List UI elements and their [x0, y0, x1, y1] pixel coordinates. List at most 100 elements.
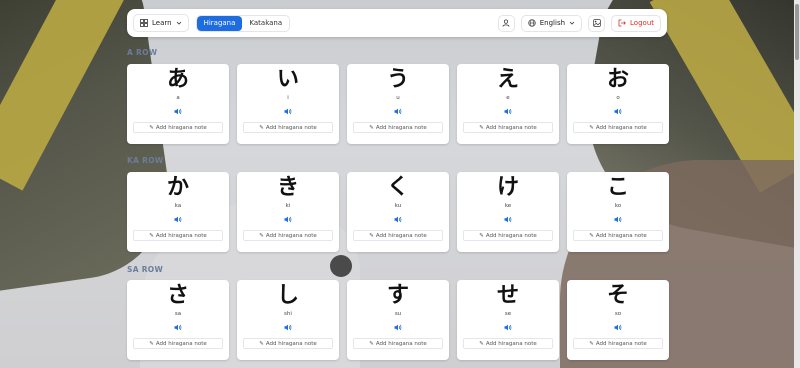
pencil-icon: ✎: [369, 340, 374, 347]
logout-button[interactable]: Logout: [611, 14, 661, 32]
tab-hiragana[interactable]: Hiragana: [196, 15, 243, 31]
speaker-icon: [174, 108, 182, 114]
speaker-icon: [504, 108, 512, 114]
add-note-button[interactable]: ✎ Add hiragana note: [243, 122, 333, 133]
romaji-label: i: [287, 95, 289, 101]
add-note-button[interactable]: ✎ Add hiragana note: [353, 122, 443, 133]
row-a-cards: あ a ✎ Add hiragana note い i ✎ Add hiragana…: [127, 64, 669, 144]
romaji-label: su: [394, 311, 402, 317]
play-audio-button[interactable]: [614, 107, 622, 115]
kana-character: き: [276, 175, 299, 200]
play-audio-button[interactable]: [284, 107, 292, 115]
kana-card: せ se ✎ Add hiragana note: [457, 280, 559, 360]
play-audio-button[interactable]: [284, 323, 292, 331]
play-audio-button[interactable]: [394, 107, 402, 115]
add-note-label: Add hiragana note: [375, 340, 427, 347]
add-note-button[interactable]: ✎ Add hiragana note: [463, 338, 553, 349]
row-title-sa: SA ROW: [127, 265, 164, 274]
add-note-label: Add hiragana note: [265, 124, 317, 131]
kana-character: え: [496, 67, 519, 92]
kana-character: あ: [166, 67, 189, 92]
tab-katakana[interactable]: Katakana: [242, 16, 289, 31]
add-note-button[interactable]: ✎ Add hiragana note: [463, 122, 553, 133]
romaji-label: shi: [284, 311, 292, 317]
pencil-icon: ✎: [479, 340, 484, 347]
kana-character: こ: [606, 175, 629, 200]
grid-icon: [140, 19, 148, 27]
romaji-label: e: [506, 95, 510, 101]
add-note-button[interactable]: ✎ Add hiragana note: [353, 230, 443, 241]
play-audio-button[interactable]: [504, 323, 512, 331]
row-sa-cards: さ sa ✎ Add hiragana note し shi ✎ Add hirag…: [127, 280, 669, 360]
image-icon: [592, 19, 601, 27]
add-note-button[interactable]: ✎ Add hiragana note: [243, 230, 333, 241]
add-note-label: Add hiragana note: [265, 232, 317, 239]
kana-card: え e ✎ Add hiragana note: [457, 64, 559, 144]
kana-card: け ke ✎ Add hiragana note: [457, 172, 559, 252]
language-selector[interactable]: English: [520, 14, 583, 32]
play-audio-button[interactable]: [174, 215, 182, 223]
image-background-button[interactable]: [588, 14, 606, 32]
script-toggle: Hiragana Katakana: [195, 14, 291, 32]
add-note-button[interactable]: ✎ Add hiragana note: [573, 122, 663, 133]
add-note-button[interactable]: ✎ Add hiragana note: [133, 230, 223, 241]
globe-icon: [528, 19, 536, 27]
add-note-button[interactable]: ✎ Add hiragana note: [243, 338, 333, 349]
play-audio-button[interactable]: [284, 215, 292, 223]
kana-character: し: [276, 283, 299, 308]
play-audio-button[interactable]: [394, 323, 402, 331]
profile-button[interactable]: [497, 14, 515, 32]
kana-character: お: [606, 67, 629, 92]
romaji-label: so: [614, 311, 622, 317]
romaji-label: sa: [174, 311, 182, 317]
row-title-a: A ROW: [127, 48, 158, 57]
speaker-icon: [174, 216, 182, 222]
row-title-ka: KA ROW: [127, 156, 164, 165]
play-audio-button[interactable]: [394, 215, 402, 223]
play-audio-button[interactable]: [504, 107, 512, 115]
speaker-icon: [174, 324, 182, 330]
add-note-label: Add hiragana note: [155, 124, 207, 131]
add-note-button[interactable]: ✎ Add hiragana note: [133, 122, 223, 133]
pencil-icon: ✎: [149, 340, 154, 347]
language-label: English: [539, 19, 566, 27]
speaker-icon: [504, 324, 512, 330]
add-note-label: Add hiragana note: [375, 124, 427, 131]
add-note-button[interactable]: ✎ Add hiragana note: [573, 338, 663, 349]
add-note-label: Add hiragana note: [485, 340, 537, 347]
play-audio-button[interactable]: [614, 215, 622, 223]
add-note-button[interactable]: ✎ Add hiragana note: [573, 230, 663, 241]
add-note-button[interactable]: ✎ Add hiragana note: [133, 338, 223, 349]
play-audio-button[interactable]: [504, 215, 512, 223]
speaker-icon: [614, 216, 622, 222]
kana-card: こ ko ✎ Add hiragana note: [567, 172, 669, 252]
kana-card: く ku ✎ Add hiragana note: [347, 172, 449, 252]
add-note-button[interactable]: ✎ Add hiragana note: [353, 338, 443, 349]
play-audio-button[interactable]: [174, 107, 182, 115]
pencil-icon: ✎: [369, 124, 374, 131]
speaker-icon: [614, 108, 622, 114]
add-note-label: Add hiragana note: [595, 232, 647, 239]
kana-character: か: [166, 175, 189, 200]
kana-character: す: [386, 283, 409, 308]
kana-card: う u ✎ Add hiragana note: [347, 64, 449, 144]
row-ka-cards: か ka ✎ Add hiragana note き ki ✎ Add hiraga…: [127, 172, 669, 252]
speaker-icon: [394, 108, 402, 114]
pencil-icon: ✎: [259, 340, 264, 347]
kana-card: し shi ✎ Add hiragana note: [237, 280, 339, 360]
learn-menu-button[interactable]: Learn: [133, 14, 189, 32]
pencil-icon: ✎: [369, 232, 374, 239]
speaker-icon: [284, 324, 292, 330]
add-note-label: Add hiragana note: [595, 124, 647, 131]
kana-card: さ sa ✎ Add hiragana note: [127, 280, 229, 360]
speaker-icon: [394, 216, 402, 222]
add-note-button[interactable]: ✎ Add hiragana note: [463, 230, 553, 241]
user-icon: [502, 19, 510, 27]
speaker-icon: [504, 216, 512, 222]
play-audio-button[interactable]: [174, 323, 182, 331]
romaji-label: ko: [614, 203, 622, 209]
pencil-icon: ✎: [479, 124, 484, 131]
pencil-icon: ✎: [259, 232, 264, 239]
play-audio-button[interactable]: [614, 323, 622, 331]
speaker-icon: [614, 324, 622, 330]
